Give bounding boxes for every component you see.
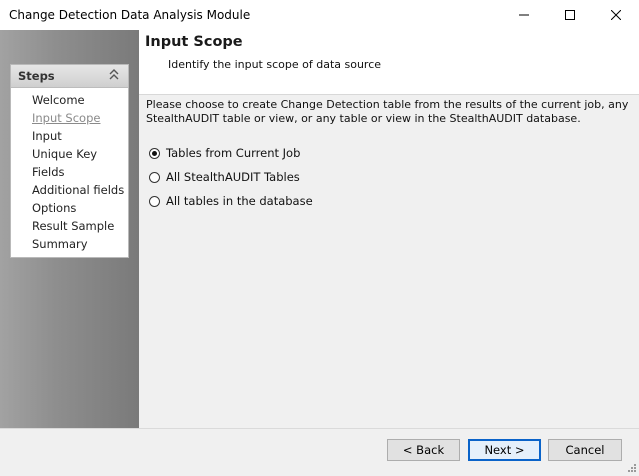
option-label[interactable]: All StealthAUDIT Tables xyxy=(166,170,300,184)
radio-button[interactable] xyxy=(149,147,160,159)
step-item-welcome[interactable]: Welcome xyxy=(11,91,128,109)
option-all-stealthaudit-tables[interactable]: All StealthAUDIT Tables xyxy=(149,168,300,186)
close-icon xyxy=(611,10,621,20)
cancel-button[interactable]: Cancel xyxy=(548,439,622,461)
main-content: Please choose to create Change Detection… xyxy=(139,95,639,428)
option-label[interactable]: Tables from Current Job xyxy=(166,146,300,160)
step-item-input[interactable]: Input xyxy=(11,127,128,145)
maximize-button[interactable] xyxy=(547,0,593,30)
step-item-additional-fields[interactable]: Additional fields xyxy=(11,181,128,199)
option-label[interactable]: All tables in the database xyxy=(166,194,313,208)
option-all-database-tables[interactable]: All tables in the database xyxy=(149,192,313,210)
wizard-footer: < Back Next > Cancel xyxy=(0,428,639,476)
maximize-icon xyxy=(565,10,575,20)
close-button[interactable] xyxy=(593,0,639,30)
steps-list: Welcome Input Scope Input Unique Key Fie… xyxy=(11,91,128,253)
radio-button[interactable] xyxy=(149,171,160,183)
page-title: Input Scope xyxy=(145,34,243,50)
step-item-options[interactable]: Options xyxy=(11,199,128,217)
scope-description: Please choose to create Change Detection… xyxy=(146,98,629,125)
minimize-button[interactable] xyxy=(501,0,547,30)
page-header: Input Scope Identify the input scope of … xyxy=(139,30,639,95)
steps-panel: Steps Welcome Input Scope Input Unique K… xyxy=(10,64,129,258)
sidebar-pane: Steps Welcome Input Scope Input Unique K… xyxy=(0,30,139,428)
radio-button[interactable] xyxy=(149,195,160,207)
steps-header[interactable]: Steps xyxy=(11,65,128,88)
window-title: Change Detection Data Analysis Module xyxy=(9,8,251,22)
step-item-unique-key[interactable]: Unique Key xyxy=(11,145,128,163)
double-chevron-up-icon[interactable] xyxy=(109,69,119,81)
title-bar: Change Detection Data Analysis Module xyxy=(0,0,639,30)
next-button[interactable]: Next > xyxy=(468,439,541,461)
step-item-input-scope[interactable]: Input Scope xyxy=(11,109,128,127)
option-current-job[interactable]: Tables from Current Job xyxy=(149,144,300,162)
resize-grip-icon[interactable] xyxy=(628,464,637,473)
steps-title: Steps xyxy=(18,69,55,83)
step-item-fields[interactable]: Fields xyxy=(11,163,128,181)
step-item-result-sample[interactable]: Result Sample xyxy=(11,217,128,235)
minimize-icon xyxy=(519,14,529,16)
back-button[interactable]: < Back xyxy=(387,439,460,461)
step-item-summary[interactable]: Summary xyxy=(11,235,128,253)
page-subtitle: Identify the input scope of data source xyxy=(168,58,382,71)
